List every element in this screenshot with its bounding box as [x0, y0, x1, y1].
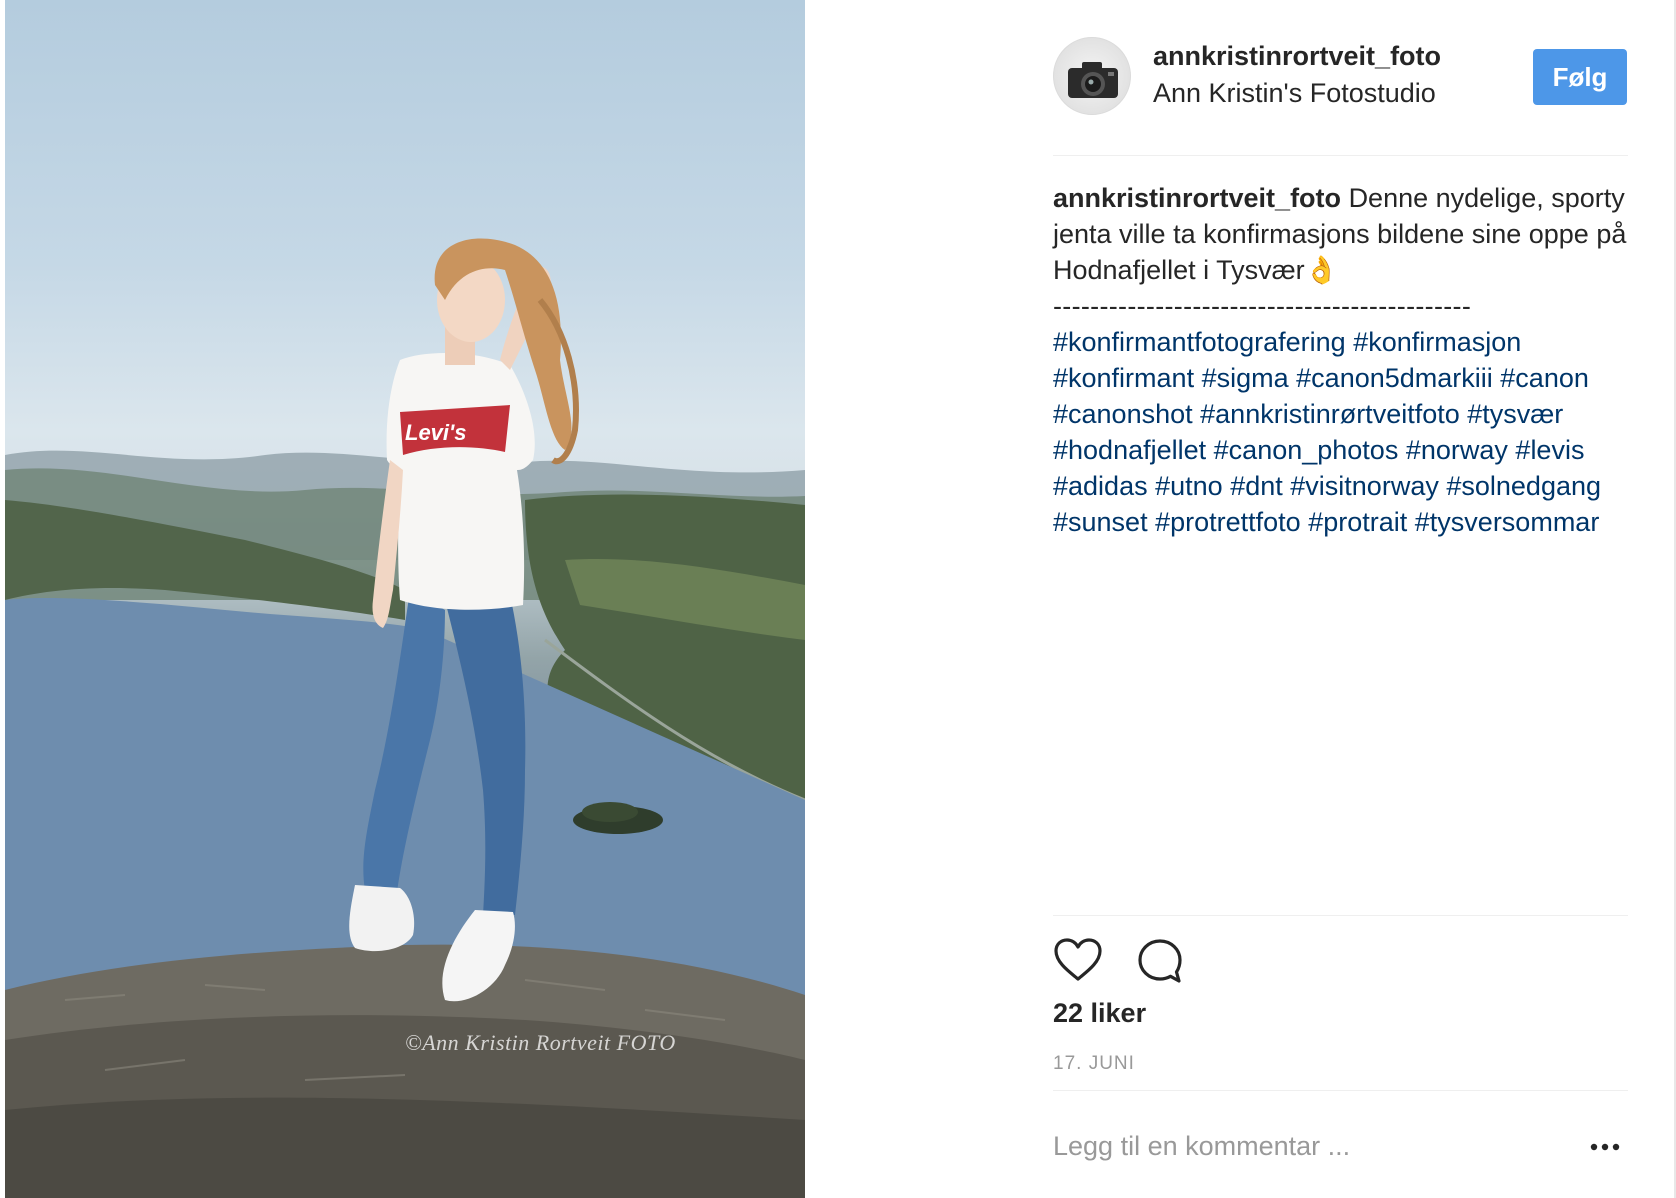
hashtag-link[interactable]: #hodnafjellet: [1053, 435, 1206, 465]
post-caption: annkristinrortveit_foto Denne nydelige, …: [1053, 180, 1628, 540]
camera-icon: [1068, 62, 1118, 98]
hashtag-link[interactable]: #sigma: [1202, 363, 1289, 393]
hashtag-link[interactable]: #solnedgang: [1446, 471, 1601, 501]
hashtag-link[interactable]: #dnt: [1230, 471, 1283, 501]
heart-icon[interactable]: [1053, 937, 1103, 983]
caption-username[interactable]: annkristinrortveit_foto: [1053, 183, 1341, 213]
comment-input[interactable]: [1053, 1122, 1553, 1170]
hashtag-link[interactable]: #protrait: [1308, 507, 1407, 537]
post-photo[interactable]: Levi's ©Ann Kristin Rortveit FOTO: [5, 0, 805, 1198]
hashtag-link[interactable]: #konfirmant: [1053, 363, 1194, 393]
hashtag-link[interactable]: #canonshot: [1053, 399, 1193, 429]
shirt-logo-text: Levi's: [405, 420, 467, 445]
hashtag-link[interactable]: #canon: [1500, 363, 1589, 393]
comment-icon[interactable]: [1136, 937, 1184, 985]
hashtag-link[interactable]: #adidas: [1053, 471, 1148, 501]
hashtag-link[interactable]: #visitnorway: [1290, 471, 1439, 501]
photo-watermark: ©Ann Kristin Rortveit FOTO: [405, 1030, 676, 1055]
hashtag-link[interactable]: #canon5dmarkiii: [1296, 363, 1493, 393]
like-count[interactable]: 22 liker: [1053, 998, 1146, 1029]
actions-divider: [1053, 915, 1628, 916]
header-divider: [1053, 155, 1628, 156]
hashtag-link[interactable]: #protrettfoto: [1155, 507, 1301, 537]
follow-button[interactable]: Følg: [1533, 49, 1627, 105]
hashtag-link[interactable]: #konfirmantfotografering: [1053, 327, 1346, 357]
hashtag-link[interactable]: #sunset: [1053, 507, 1148, 537]
post-author-username[interactable]: annkristinrortveit_foto: [1153, 41, 1441, 72]
hashtag-link[interactable]: #canon_photos: [1214, 435, 1399, 465]
post-location[interactable]: Ann Kristin's Fotostudio: [1153, 78, 1436, 109]
hashtag-link[interactable]: #norway: [1406, 435, 1508, 465]
hashtag-link[interactable]: #utno: [1155, 471, 1223, 501]
hashtag-link[interactable]: #levis: [1515, 435, 1584, 465]
hashtag-list: #konfirmantfotografering #konfirmasjon #…: [1053, 324, 1628, 540]
hashtag-link[interactable]: #tysversommar: [1415, 507, 1600, 537]
hashtag-link[interactable]: #konfirmasjon: [1353, 327, 1521, 357]
photo-illustration: Levi's: [5, 238, 805, 1198]
hashtag-link[interactable]: #tysvær: [1467, 399, 1563, 429]
comment-divider: [1053, 1090, 1628, 1091]
more-options-icon[interactable]: [1588, 1133, 1622, 1161]
post-date[interactable]: 17. JUNI: [1053, 1053, 1135, 1075]
profile-avatar[interactable]: [1053, 37, 1131, 115]
hashtag-link[interactable]: #annkristinrørtveitfoto: [1200, 399, 1460, 429]
caption-separator: ----------------------------------------…: [1053, 291, 1472, 321]
